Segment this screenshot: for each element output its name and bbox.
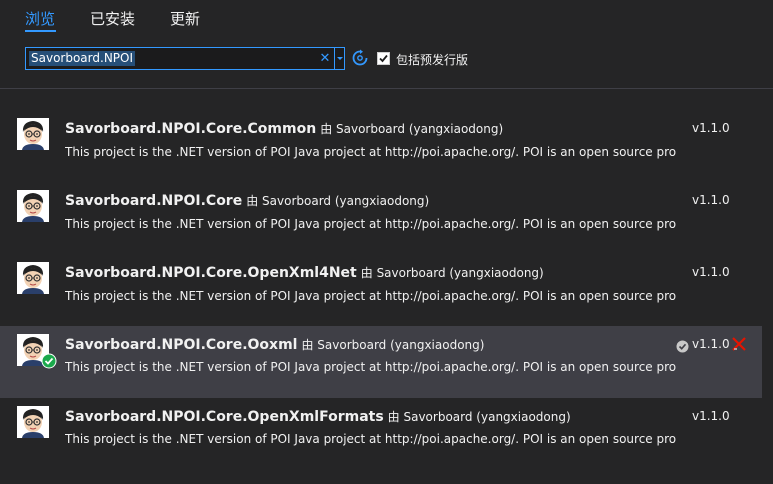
refresh-icon[interactable] [351, 49, 369, 67]
package-version: v1.1.0 [692, 337, 730, 351]
scrollbar[interactable] [762, 89, 773, 484]
package-description: This project is the .NET version of POI … [65, 360, 677, 374]
package-author: 由 Savorboard (yangxiaodong) [320, 122, 504, 136]
package-title: Savorboard.NPOI.Core.Ooxml 由 Savorboard (… [65, 336, 484, 353]
installed-check-icon [41, 353, 57, 369]
package-author: 由 Savorboard (yangxiaodong) [360, 266, 544, 280]
package-row-selected[interactable]: Savorboard.NPOI.Core.Ooxml 由 Savorboard (… [0, 326, 762, 398]
package-avatar-icon [17, 262, 49, 294]
close-icon[interactable]: ✕ [317, 49, 333, 68]
package-avatar-icon [17, 406, 49, 438]
package-name: Savorboard.NPOI.Core.OpenXml4Net [65, 265, 357, 281]
prerelease-label[interactable]: 包括预发行版 [396, 51, 468, 68]
package-row[interactable]: Savorboard.NPOI.Core.OpenXmlFormats 由 Sav… [0, 398, 762, 470]
package-row[interactable]: Savorboard.NPOI.Core 由 Savorboard (yangxi… [0, 161, 762, 233]
search-input-text: Savorboard.NPOI [31, 51, 134, 65]
package-title: Savorboard.NPOI.Core 由 Savorboard (yangxi… [65, 192, 429, 209]
search-box: Savorboard.NPOI ✕ [25, 47, 345, 70]
chevron-down-icon[interactable] [334, 48, 345, 69]
package-version: v1.1.0 [692, 265, 730, 279]
package-author: 由 Savorboard (yangxiaodong) [246, 194, 430, 208]
tab-updates[interactable]: 更新 [170, 8, 200, 29]
package-description: This project is the .NET version of POI … [65, 289, 677, 303]
package-title: Savorboard.NPOI.Core.OpenXmlFormats 由 Sav… [65, 408, 571, 425]
installed-version-icon [676, 338, 689, 353]
uninstall-icon[interactable] [731, 336, 747, 352]
tab-browse[interactable]: 浏览 [25, 8, 55, 29]
package-title: Savorboard.NPOI.Core.OpenXml4Net 由 Savorb… [65, 264, 544, 281]
package-version: v1.1.0 [692, 121, 730, 135]
tab-bar: 浏览 已安装 更新 [0, 0, 773, 40]
tab-installed[interactable]: 已安装 [90, 8, 135, 29]
package-row[interactable]: Savorboard.NPOI.Core.Common 由 Savorboard … [0, 89, 762, 161]
package-author: 由 Savorboard (yangxiaodong) [301, 338, 485, 352]
tab-active-indicator [25, 30, 56, 32]
package-avatar-icon [17, 190, 49, 222]
package-version: v1.1.0 [692, 409, 730, 423]
package-title: Savorboard.NPOI.Core.Common 由 Savorboard … [65, 120, 503, 137]
package-version: v1.1.0 [692, 193, 730, 207]
package-description: This project is the .NET version of POI … [65, 432, 677, 446]
nuget-package-manager: 浏览 已安装 更新 Savorboard.NPOI ✕ 包括预发行版 Savor… [0, 0, 773, 484]
package-author: 由 Savorboard (yangxiaodong) [387, 410, 571, 424]
prerelease-checkbox[interactable] [377, 52, 390, 65]
package-name: Savorboard.NPOI.Core.Common [65, 121, 317, 137]
package-row[interactable]: Savorboard.NPOI.Core.OpenXml4Net 由 Savorb… [0, 233, 762, 305]
package-name: Savorboard.NPOI.Core.OpenXmlFormats [65, 409, 384, 425]
package-name: Savorboard.NPOI.Core.Ooxml [65, 337, 298, 353]
package-avatar-icon [17, 118, 49, 150]
package-description: This project is the .NET version of POI … [65, 217, 677, 231]
package-description: This project is the .NET version of POI … [65, 145, 677, 159]
package-name: Savorboard.NPOI.Core [65, 193, 243, 209]
